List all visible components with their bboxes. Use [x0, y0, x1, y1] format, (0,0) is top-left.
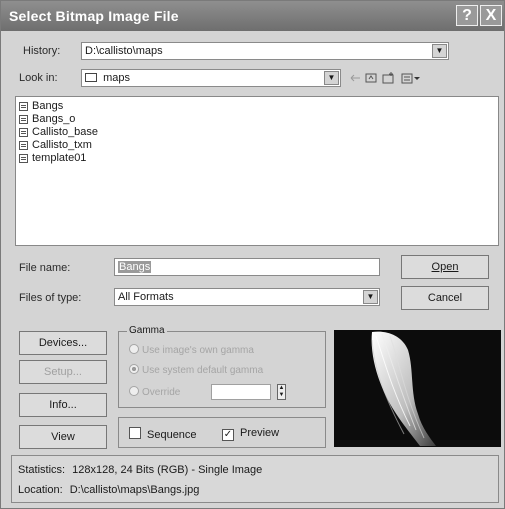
- new-folder-icon[interactable]: [382, 72, 394, 84]
- up-folder-icon[interactable]: [365, 73, 377, 83]
- files-of-type-label: Files of type:: [19, 292, 82, 304]
- radio-selected-icon: [129, 364, 139, 374]
- open-button[interactable]: Open: [401, 255, 489, 279]
- look-in-toolbar: [350, 72, 420, 84]
- help-button[interactable]: ?: [456, 5, 478, 26]
- files-of-type-value: All Formats: [118, 291, 174, 303]
- file-name-text: Callisto_base: [32, 126, 99, 138]
- view-button[interactable]: View: [19, 425, 107, 449]
- look-in-label: Look in:: [19, 72, 58, 84]
- look-in-value: maps: [103, 72, 130, 84]
- location-row: Location: D:\callisto\maps\Bangs.jpg: [18, 484, 199, 496]
- radio-icon: [129, 386, 139, 396]
- gamma-own-label: Use image's own gamma: [142, 345, 254, 356]
- files-of-type-dropdown[interactable]: All Formats ▼: [114, 288, 380, 306]
- file-name-text: Bangs_o: [32, 113, 76, 125]
- statistics-label: Statistics:: [18, 464, 66, 476]
- history-value: D:\callisto\maps: [85, 45, 163, 57]
- chevron-down-icon[interactable]: ▼: [324, 71, 339, 85]
- history-dropdown[interactable]: D:\callisto\maps ▼: [81, 42, 449, 60]
- file-list-item[interactable]: Callisto_txm: [16, 139, 498, 152]
- gamma-override-radio[interactable]: Override: [129, 386, 180, 398]
- checkmark-icon: ✓: [222, 429, 234, 441]
- file-name-text: template01: [32, 152, 87, 164]
- file-list[interactable]: Bangs Bangs_o Callisto_base Callisto_txm tem…: [15, 96, 499, 246]
- preview-checkbox[interactable]: ✓ Preview: [222, 427, 279, 441]
- file-icon: [19, 115, 28, 124]
- file-name-label: File name:: [19, 262, 71, 274]
- sequence-checkbox[interactable]: Sequence: [129, 427, 197, 441]
- setup-button[interactable]: Setup...: [19, 360, 107, 384]
- select-bitmap-dialog: Select Bitmap Image File ? X History: D:…: [0, 0, 505, 509]
- look-in-dropdown[interactable]: maps ▼: [81, 69, 341, 87]
- file-list-item[interactable]: template01: [16, 152, 498, 165]
- location-value: D:\callisto\maps\Bangs.jpg: [69, 484, 200, 496]
- file-list-item[interactable]: Callisto_base: [16, 126, 498, 139]
- dialog-title: Select Bitmap Image File: [9, 8, 179, 24]
- chevron-down-icon[interactable]: ▼: [363, 290, 378, 304]
- folder-icon: [85, 73, 97, 82]
- view-menu-icon[interactable]: [401, 73, 420, 84]
- preview-label: Preview: [240, 427, 280, 439]
- radio-icon: [129, 344, 139, 354]
- image-preview: [334, 330, 501, 447]
- status-panel: Statistics: 128x128, 24 Bits (RGB) - Sin…: [11, 455, 499, 503]
- gamma-system-label: Use system default gamma: [142, 365, 264, 376]
- info-button[interactable]: Info...: [19, 393, 107, 417]
- sequence-label: Sequence: [147, 429, 197, 441]
- gamma-own-radio[interactable]: Use image's own gamma: [129, 344, 254, 356]
- gamma-override-input[interactable]: [211, 384, 271, 400]
- file-icon: [19, 102, 28, 111]
- chevron-down-icon[interactable]: ▼: [432, 44, 447, 58]
- file-icon: [19, 141, 28, 150]
- open-button-label: Open: [431, 261, 459, 273]
- gamma-system-radio[interactable]: Use system default gamma: [129, 364, 263, 376]
- file-name-text: Bangs: [32, 100, 64, 112]
- location-label: Location:: [18, 484, 63, 496]
- sequence-checkbox-icon: [129, 427, 141, 439]
- options-group: Sequence ✓ Preview: [118, 417, 326, 448]
- file-icon: [19, 154, 28, 163]
- gamma-legend: Gamma: [127, 325, 167, 336]
- gamma-override-label: Override: [142, 387, 181, 398]
- title-bar: Select Bitmap Image File ? X: [1, 1, 504, 31]
- statistics-row: Statistics: 128x128, 24 Bits (RGB) - Sin…: [18, 464, 262, 476]
- gamma-spinner[interactable]: ▲ ▼: [277, 384, 286, 400]
- file-list-item[interactable]: Bangs_o: [16, 113, 498, 126]
- close-button[interactable]: X: [480, 5, 502, 26]
- back-arrow-icon[interactable]: [350, 74, 360, 82]
- gamma-group: Gamma Use image's own gamma Use system d…: [118, 325, 326, 408]
- devices-button[interactable]: Devices...: [19, 331, 107, 355]
- file-name-text: Callisto_txm: [32, 139, 92, 151]
- file-list-item[interactable]: Bangs: [16, 100, 498, 113]
- file-icon: [19, 128, 28, 137]
- statistics-value: 128x128, 24 Bits (RGB) - Single Image: [72, 464, 263, 476]
- history-label: History:: [23, 45, 61, 57]
- file-name-value: Bangs: [118, 261, 152, 273]
- cancel-button[interactable]: Cancel: [401, 286, 489, 310]
- file-name-input[interactable]: Bangs: [114, 258, 380, 276]
